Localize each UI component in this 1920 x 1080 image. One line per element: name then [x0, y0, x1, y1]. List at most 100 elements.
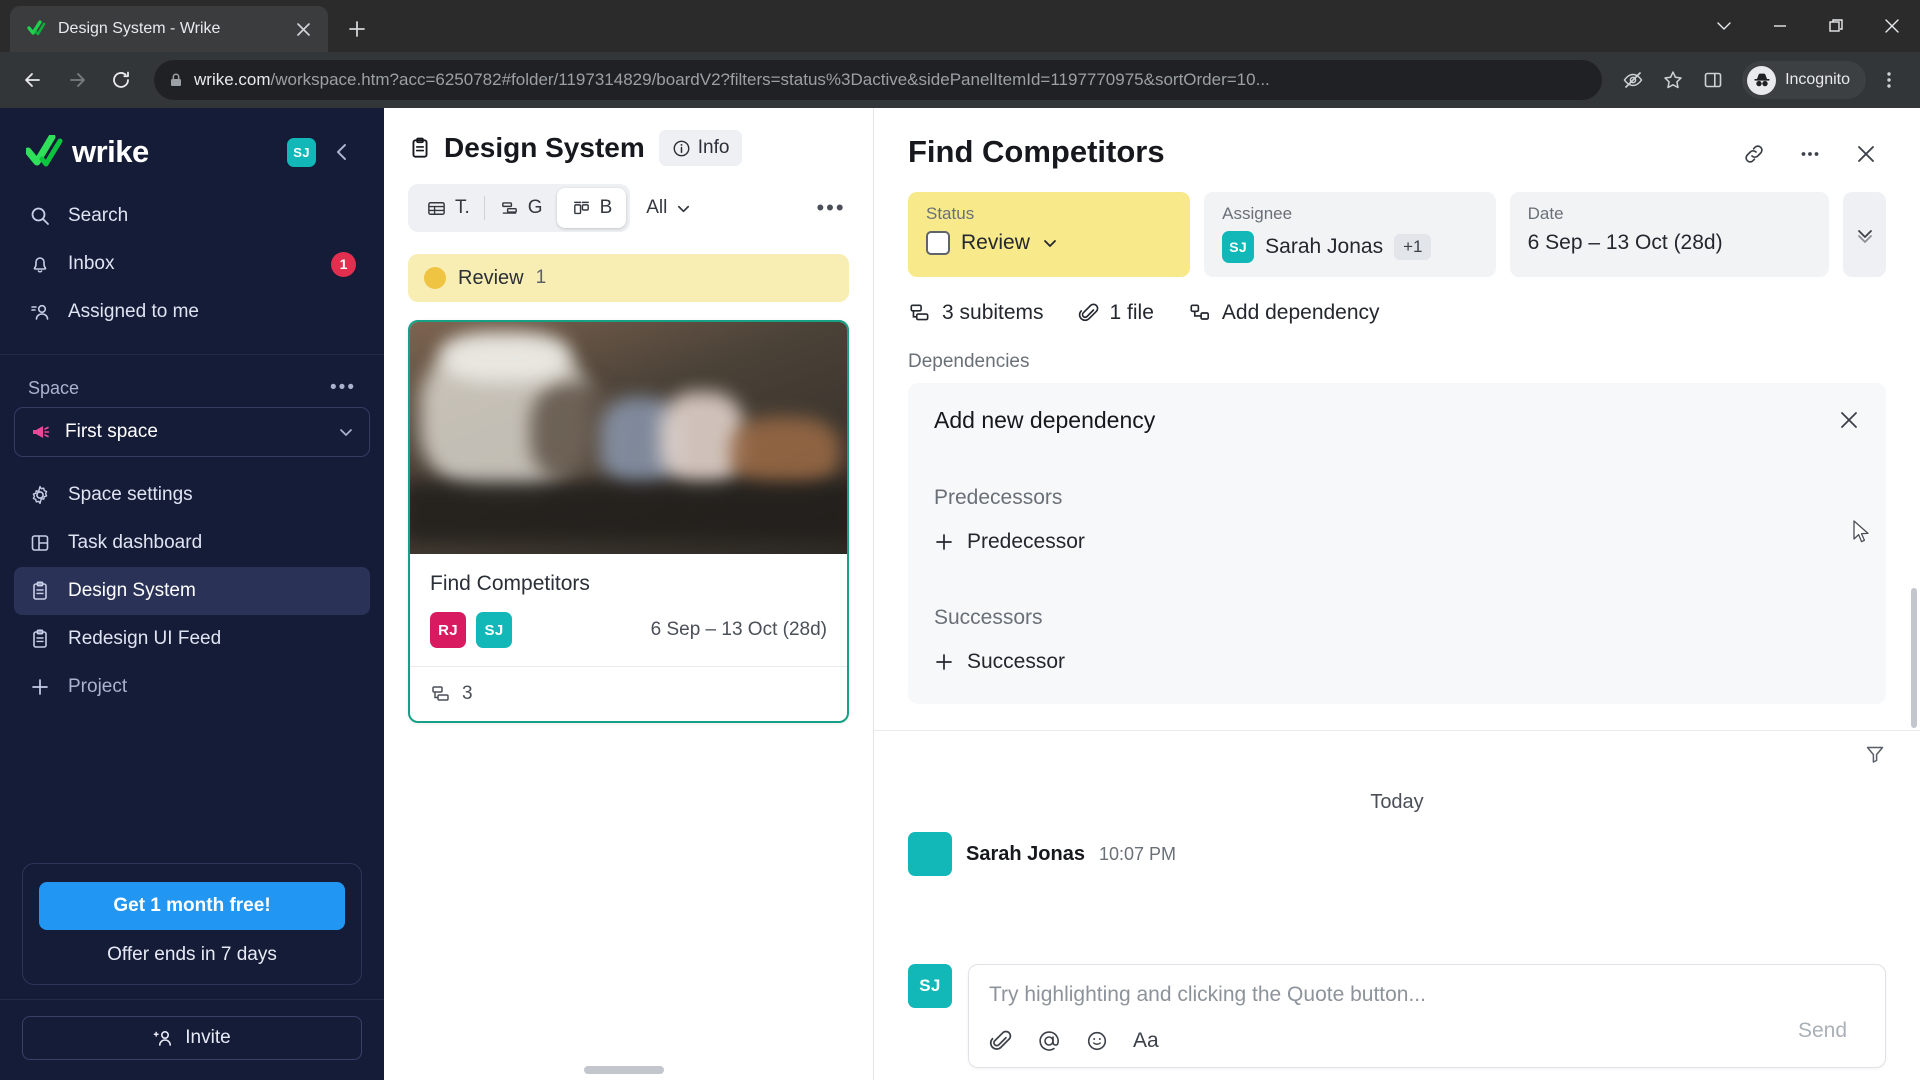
sidebar-item-search[interactable]: Search [14, 192, 370, 240]
emoji-icon[interactable] [1085, 1029, 1109, 1053]
sidebar-item-inbox[interactable]: Inbox 1 [14, 240, 370, 288]
chevron-down-icon[interactable] [1696, 0, 1752, 52]
maximize-icon[interactable] [1808, 0, 1864, 52]
status-checkbox[interactable] [926, 231, 950, 255]
expand-fields-icon[interactable] [1843, 192, 1886, 277]
assignee-field[interactable]: Assignee SJ Sarah Jonas +1 [1204, 192, 1496, 277]
sidebar-item-task-dashboard[interactable]: Task dashboard [14, 519, 370, 567]
tab-gantt-view[interactable]: G [485, 188, 557, 228]
sidebar-item-label: Space settings [68, 484, 193, 505]
space-more-icon[interactable]: ••• [330, 377, 356, 399]
avatar[interactable]: SJ [476, 612, 512, 648]
invite-button[interactable]: Invite [22, 1016, 362, 1060]
sidebar-item-label: Design System [68, 580, 196, 601]
view-toolbar: T. G B All ••• [408, 184, 849, 232]
chevron-down-icon[interactable] [1041, 234, 1059, 252]
view-switcher: T. G B [408, 184, 631, 232]
clipboard-icon [28, 628, 52, 650]
date-value: 6 Sep – 13 Oct (28d) [1527, 231, 1723, 254]
sidebar-item-redesign-ui-feed[interactable]: Redesign UI Feed [14, 615, 370, 663]
comment-composer-area: SJ Try highlighting and clicking the Quo… [908, 964, 1886, 1068]
avatar[interactable]: SJ [287, 137, 316, 167]
paperclip-icon [1078, 302, 1100, 324]
board-horizontal-scrollbar[interactable] [408, 1066, 849, 1074]
info-button[interactable]: Info [658, 130, 743, 166]
chevron-down-icon[interactable] [337, 423, 355, 441]
app-root: wrike SJ Search Inbox 1 Assigned to me S… [0, 108, 1920, 1080]
close-panel-icon[interactable] [1846, 134, 1886, 174]
get-free-month-button[interactable]: Get 1 month free! [39, 882, 345, 930]
space-selector[interactable]: First space [14, 407, 370, 457]
mention-icon[interactable] [1037, 1029, 1061, 1053]
copy-link-icon[interactable] [1734, 134, 1774, 174]
tab-table-view[interactable]: T. [412, 188, 484, 228]
avatar[interactable]: RJ [430, 612, 466, 648]
add-predecessor-label: Predecessor [967, 530, 1085, 553]
composer-toolbar-row: Aa Send [989, 1007, 1865, 1053]
close-icon[interactable] [1834, 405, 1864, 435]
tab-board-view[interactable]: B [556, 188, 627, 228]
format-icon[interactable]: Aa [1133, 1029, 1159, 1053]
task-fields-row: Status Review Assignee SJ Sarah Jonas +1 [874, 174, 1920, 277]
avatar[interactable]: SJ [1222, 231, 1255, 263]
date-field[interactable]: Date 6 Sep – 13 Oct (28d) [1509, 192, 1830, 277]
sidebar-item-add-project[interactable]: Project [14, 663, 370, 711]
detail-vertical-scrollbar[interactable] [1911, 588, 1917, 728]
new-tab-button[interactable] [342, 14, 372, 44]
filter-all-dropdown[interactable]: All [632, 188, 706, 228]
browser-tab-bar: Design System - Wrike [0, 0, 1920, 52]
add-predecessor-button[interactable]: Predecessor [934, 530, 1860, 554]
side-panel-icon[interactable] [1696, 63, 1730, 97]
address-bar[interactable]: wrike.com/workspace.htm?acc=6250782#fold… [154, 60, 1603, 100]
subitems-button[interactable]: 3 subitems [908, 301, 1044, 325]
stream-filter-row [874, 730, 1920, 777]
back-icon[interactable] [14, 61, 52, 99]
wrike-logo[interactable]: wrike [26, 134, 277, 170]
comment-composer[interactable]: Try highlighting and clicking the Quote … [968, 964, 1886, 1068]
sidebar-item-design-system[interactable]: Design System [14, 567, 370, 615]
hide-eye-icon[interactable] [1616, 63, 1650, 97]
table-icon [426, 198, 447, 219]
board-more-icon[interactable]: ••• [813, 190, 849, 226]
browser-tab[interactable]: Design System - Wrike [10, 6, 328, 52]
minimize-icon[interactable] [1752, 0, 1808, 52]
subitems-label: 3 subitems [942, 301, 1044, 324]
task-card-body: Find Competitors RJ SJ 6 Sep – 13 Oct (2… [410, 554, 847, 666]
scrollbar-thumb[interactable] [584, 1066, 664, 1074]
sidebar: wrike SJ Search Inbox 1 Assigned to me S… [0, 108, 384, 1080]
sidebar-item-label: Task dashboard [68, 532, 203, 553]
chevron-down-icon [675, 200, 692, 217]
sidebar-item-space-settings[interactable]: Space settings [14, 471, 370, 519]
paperclip-icon[interactable] [989, 1029, 1013, 1053]
status-value-row[interactable]: Review [926, 231, 1172, 255]
task-card[interactable]: Find Competitors RJ SJ 6 Sep – 13 Oct (2… [408, 320, 849, 723]
assignee-value-row[interactable]: SJ Sarah Jonas +1 [1222, 231, 1477, 263]
add-dependency-button[interactable]: Add dependency [1188, 301, 1380, 325]
reload-icon[interactable] [102, 61, 140, 99]
profile-incognito-button[interactable]: Incognito [1742, 61, 1866, 99]
send-button[interactable]: Send [1780, 1009, 1865, 1053]
window-close-icon[interactable] [1864, 0, 1920, 52]
more-options-icon[interactable] [1790, 134, 1830, 174]
avatar: SJ [908, 964, 952, 1008]
status-label: Status [926, 204, 975, 223]
close-icon[interactable] [288, 14, 318, 44]
dependency-icon [1188, 302, 1212, 324]
files-button[interactable]: 1 file [1078, 301, 1154, 325]
lock-icon [168, 72, 184, 88]
invite-label: Invite [185, 1027, 231, 1048]
add-successor-button[interactable]: Successor [934, 650, 1860, 674]
status-field[interactable]: Status Review [908, 192, 1191, 277]
bookmark-star-icon[interactable] [1656, 63, 1690, 97]
dependencies-section-label: Dependencies [908, 351, 1030, 372]
filter-icon[interactable] [1864, 743, 1886, 765]
info-icon [672, 139, 691, 158]
chrome-menu-icon[interactable] [1872, 63, 1906, 97]
wrike-wordmark: wrike [72, 134, 149, 169]
collapse-sidebar-icon[interactable] [326, 136, 358, 168]
task-detail-title: Find Competitors [908, 134, 1165, 169]
assignee-overflow-badge[interactable]: +1 [1394, 234, 1432, 260]
comment-input[interactable]: Try highlighting and clicking the Quote … [989, 983, 1426, 1007]
sidebar-item-assigned-to-me[interactable]: Assigned to me [14, 288, 370, 336]
